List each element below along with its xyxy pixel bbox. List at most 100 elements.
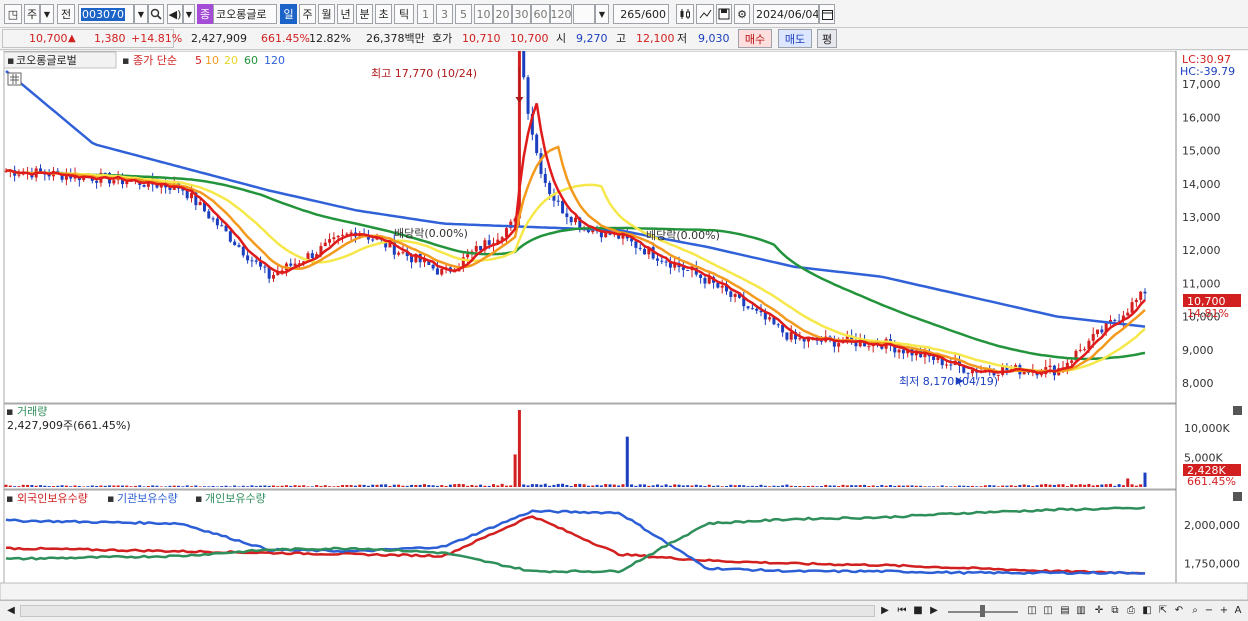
zoom-slider-handle[interactable] <box>980 605 985 617</box>
stock-dropdown-icon[interactable]: ▼ <box>134 4 148 24</box>
candle <box>440 268 444 275</box>
crosshair-icon[interactable]: ✛ <box>1092 604 1106 618</box>
volume-bar <box>1091 485 1095 487</box>
rewind-icon[interactable]: ⏮ <box>895 604 909 618</box>
volume-bar <box>927 486 931 487</box>
volume-bar <box>677 484 681 487</box>
sell-button[interactable]: 매도 <box>778 29 812 48</box>
capture-icon[interactable]: ◧ <box>1140 604 1154 618</box>
period-tab-week[interactable]: 주 <box>299 4 316 24</box>
volume-bar <box>634 485 638 487</box>
stock-code-input[interactable]: 003070 <box>78 4 134 24</box>
chart-area[interactable]: 17,000 16,000 15,000 14,000 13,000 12,000 11,0… <box>0 38 1248 621</box>
market-dropdown-icon[interactable]: ▼ <box>40 4 54 24</box>
volume-bar <box>841 484 845 487</box>
prev-button[interactable]: 전 <box>57 4 75 24</box>
data-count-value: 265 <box>620 7 642 21</box>
date-input[interactable]: 2024/06/04 <box>753 4 819 24</box>
data-count-field[interactable]: 265/600 <box>613 4 669 24</box>
calendar-icon[interactable] <box>819 4 835 24</box>
volume-bar <box>250 485 254 487</box>
period-tab-day[interactable]: 일 <box>280 4 297 24</box>
compare-icon[interactable]: ⧉ <box>1108 604 1122 618</box>
price-change: 1,380 <box>94 32 126 45</box>
candle <box>643 248 647 255</box>
stock-name-field[interactable]: 코오롱글로 <box>213 4 277 24</box>
candle <box>1100 329 1104 333</box>
volume-bar <box>241 485 245 487</box>
zoom-reset-icon[interactable]: ◫ <box>1041 604 1055 618</box>
print-icon[interactable]: ⎙ <box>1124 604 1138 618</box>
layout-icon[interactable]: ▤ <box>1058 604 1072 618</box>
stock-chart-svg[interactable]: 17,000 16,000 15,000 14,000 13,000 12,000 11,0… <box>0 38 1248 601</box>
volume-bar <box>772 485 776 487</box>
stop-icon[interactable]: ■ <box>911 604 925 618</box>
volume-bar <box>155 485 159 487</box>
custom-interval-dropdown-icon[interactable]: ▼ <box>595 4 609 24</box>
candle <box>371 239 375 241</box>
volume-bar <box>729 484 733 487</box>
interval-60[interactable]: 60 <box>531 4 550 24</box>
period-tab-month[interactable]: 월 <box>318 4 335 24</box>
period-tab-tick[interactable]: 틱 <box>394 4 414 24</box>
volume-bar <box>535 484 539 487</box>
interval-10[interactable]: 10 <box>474 4 493 24</box>
evaluate-button[interactable]: 평 <box>817 29 837 48</box>
period-tab-year[interactable]: 년 <box>337 4 354 24</box>
interval-1[interactable]: 1 <box>417 4 434 24</box>
volume-bar <box>811 485 815 487</box>
draw-tool-icon[interactable] <box>696 4 714 24</box>
speaker-dropdown-icon[interactable]: ▼ <box>183 4 195 24</box>
search-icon[interactable] <box>148 4 164 24</box>
scroll-right-icon[interactable]: ▶ <box>878 604 892 618</box>
candle <box>263 266 267 268</box>
volume-panel-close-icon[interactable] <box>1233 406 1242 415</box>
volume-bar <box>966 485 970 487</box>
volume-bar <box>1070 484 1074 487</box>
candle <box>410 256 414 263</box>
layout-split-icon[interactable]: ▥ <box>1074 604 1088 618</box>
volume-bar <box>487 485 491 487</box>
undo-icon[interactable]: ↶ <box>1172 604 1186 618</box>
volume-bar <box>271 485 275 487</box>
horizontal-scrollbar[interactable] <box>20 605 875 617</box>
interval-30[interactable]: 30 <box>512 4 531 24</box>
window-icon[interactable]: ◳ <box>4 4 22 24</box>
table-toggle-icon[interactable] <box>7 72 22 86</box>
candle <box>686 269 690 271</box>
candle <box>250 260 254 262</box>
font-size-icon[interactable]: A <box>1231 604 1245 618</box>
scroll-left-icon[interactable]: ◀ <box>4 604 18 618</box>
zoom-out-icon[interactable]: − <box>1202 604 1216 618</box>
volume-bar <box>556 483 560 487</box>
volume-bar <box>151 485 155 487</box>
zoom-fit-icon[interactable]: ◫ <box>1025 604 1039 618</box>
candle-type-icon[interactable] <box>676 4 694 24</box>
speaker-icon[interactable]: ◀) <box>167 4 183 24</box>
volume-bar <box>34 485 38 487</box>
holdings-panel-close-icon[interactable] <box>1233 492 1242 501</box>
volume-bar <box>970 485 974 487</box>
period-tab-minute[interactable]: 분 <box>356 4 373 24</box>
candle <box>474 246 478 252</box>
settings-gear-icon[interactable]: ⚙ <box>734 4 750 24</box>
data-count-total: /600 <box>641 7 666 21</box>
export-icon[interactable]: ⇱ <box>1156 604 1170 618</box>
interval-3[interactable]: 3 <box>436 4 453 24</box>
buy-button[interactable]: 매수 <box>738 29 772 48</box>
volume-bar <box>77 486 81 487</box>
save-icon[interactable] <box>716 4 732 24</box>
period-tab-second[interactable]: 초 <box>375 4 392 24</box>
interval-5[interactable]: 5 <box>455 4 472 24</box>
interval-20[interactable]: 20 <box>493 4 512 24</box>
zoom-in-icon[interactable]: + <box>1217 604 1231 618</box>
interval-120[interactable]: 120 <box>550 4 572 24</box>
candle <box>237 245 241 247</box>
play-icon[interactable]: ▶ <box>927 604 941 618</box>
volume-bar <box>504 485 508 487</box>
market-button[interactable]: 주 <box>24 4 40 24</box>
volume-bar <box>712 485 716 487</box>
search-zoom-icon[interactable]: ⌕ <box>1188 604 1202 618</box>
volume-bar <box>362 484 366 487</box>
custom-interval-input[interactable] <box>573 4 595 24</box>
